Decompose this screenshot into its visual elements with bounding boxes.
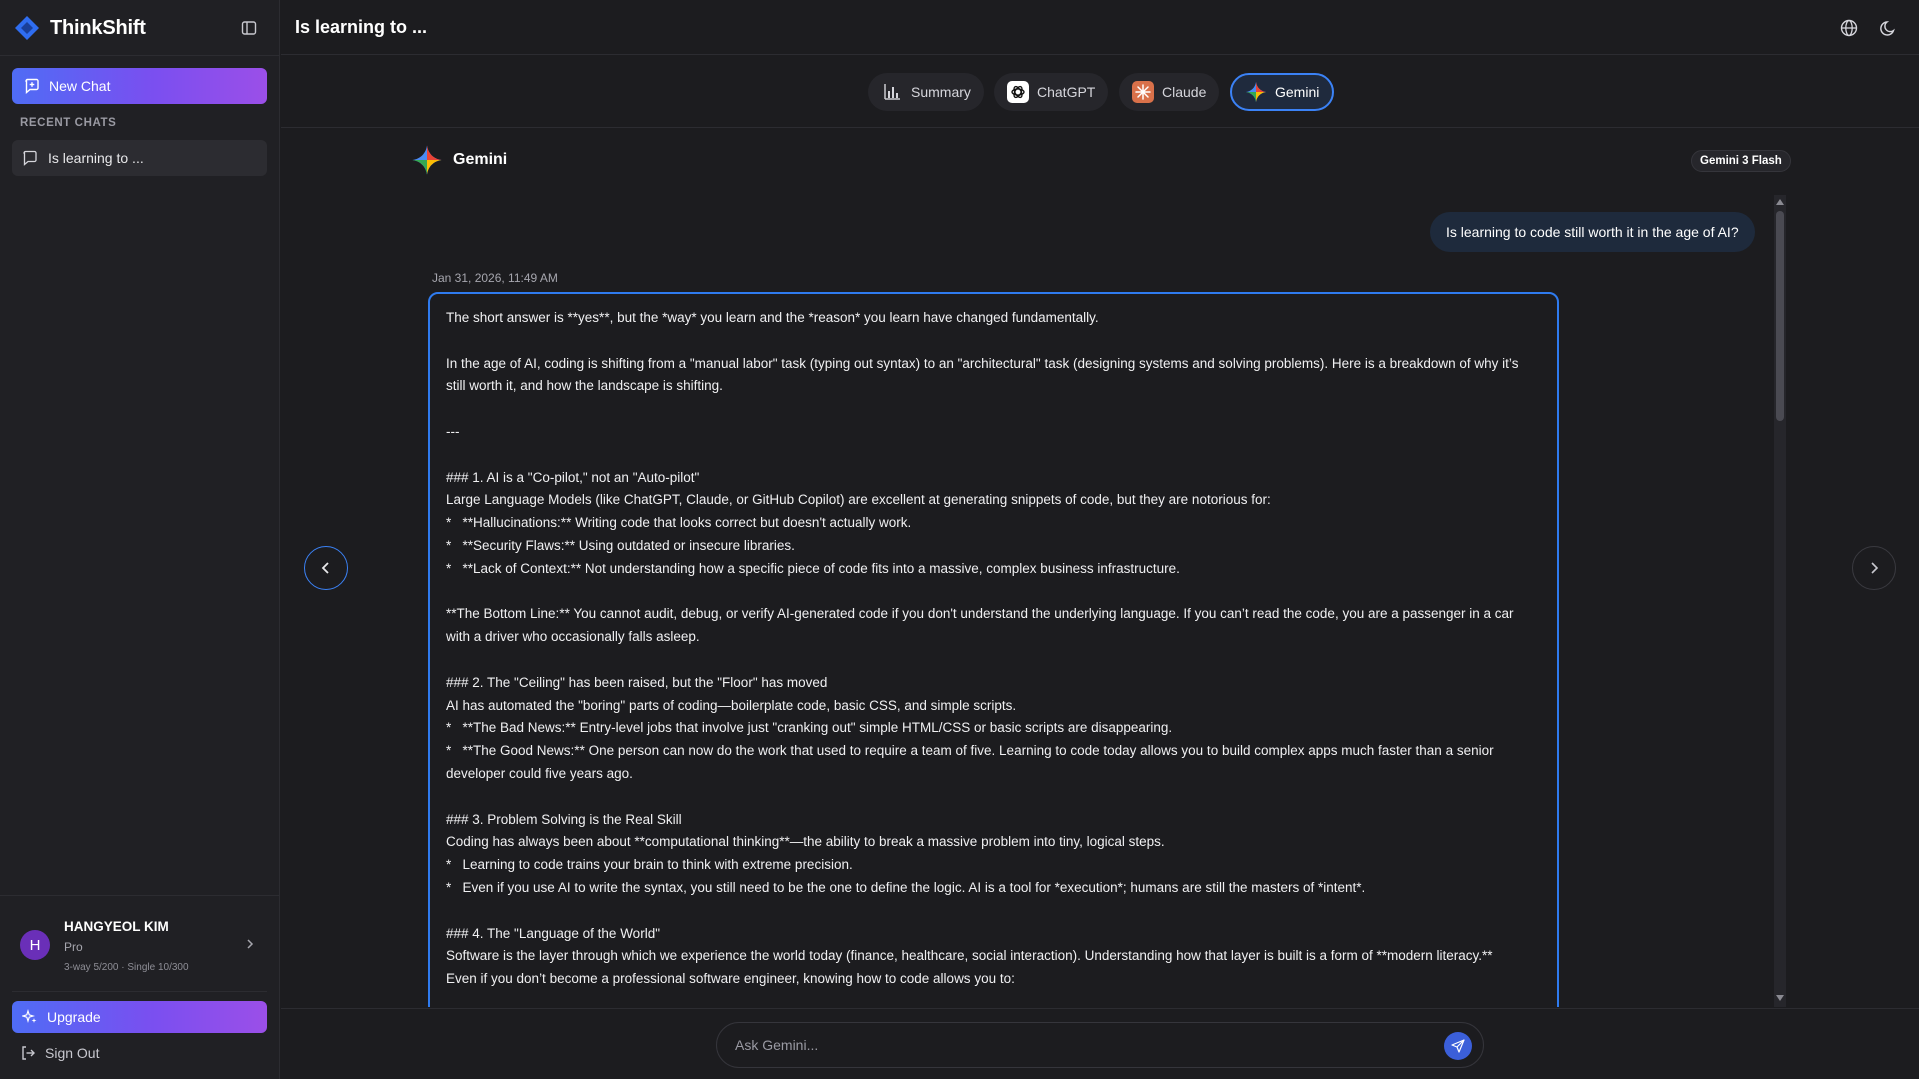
divider — [0, 55, 280, 56]
logout-icon — [22, 1046, 35, 1060]
user-plan: Pro — [64, 940, 83, 954]
response-line: **The Bottom Line:** You cannot audit, d… — [446, 606, 1518, 645]
response-line: * **The Good News:** One person can now … — [446, 743, 1498, 781]
response-line: The short answer is **yes**, but the *wa… — [446, 310, 1099, 325]
input-bar — [281, 1008, 1919, 1079]
send-icon — [1451, 1039, 1465, 1053]
sign-out-button[interactable]: Sign Out — [20, 1042, 99, 1064]
response-line: * **Hallucinations:** Writing code that … — [446, 515, 912, 531]
user-name: HANGYEOL KIM — [64, 919, 169, 934]
chat-area: Is learning to code still worth it in th… — [411, 195, 1786, 1007]
response-line: AI has automated the "boring" parts of c… — [446, 697, 1017, 713]
bar-chart-icon — [881, 81, 903, 103]
user-message-bubble: Is learning to code still worth it in th… — [1430, 212, 1755, 252]
claude-icon — [1132, 81, 1154, 103]
response-line: Coding has always been about **computati… — [446, 834, 1165, 850]
response-line: Software is the layer through which we e… — [446, 948, 1493, 964]
response-line: Even if you don’t become a professional … — [446, 971, 1015, 987]
recent-chat-label: Is learning to ... — [48, 150, 144, 166]
scrollbar[interactable] — [1774, 195, 1786, 1007]
response-line: * **The Bad News:** Entry-level jobs tha… — [446, 720, 1173, 736]
response-line — [446, 649, 1541, 672]
new-chat-label: New Chat — [49, 78, 111, 94]
sparkle-icon — [22, 1009, 37, 1023]
user-profile[interactable]: H HANGYEOL KIM Pro 3-way 5/200 · Single … — [12, 910, 267, 988]
chat-bubble-icon — [23, 150, 37, 166]
tab-summary[interactable]: Summary — [868, 73, 984, 111]
response-line: Large Language Models (like ChatGPT, Cla… — [446, 492, 1271, 508]
collapse-sidebar-button[interactable] — [238, 17, 260, 39]
previous-model-button[interactable] — [304, 546, 348, 590]
scroll-down-arrow-icon[interactable] — [1776, 995, 1784, 1001]
app-name: ThinkShift — [50, 16, 146, 39]
ask-input[interactable] — [716, 1022, 1484, 1068]
scroll-up-arrow-icon[interactable] — [1776, 199, 1784, 205]
model-tabs: Summary ChatGPT Claude Gemini — [281, 56, 1919, 128]
response-line — [446, 900, 1541, 923]
tab-label: ChatGPT — [1037, 84, 1096, 100]
tab-chatgpt[interactable]: ChatGPT — [994, 73, 1109, 111]
next-model-button[interactable] — [1852, 546, 1896, 590]
response-line: ### 1. AI is a "Co-pilot," not an "Auto-… — [446, 469, 700, 485]
model-name: Gemini — [453, 151, 508, 168]
response-line: ### 3. Problem Solving is the Real Skill — [446, 811, 682, 827]
send-button[interactable] — [1444, 1032, 1472, 1060]
tab-label: Summary — [911, 84, 971, 100]
response-line — [446, 786, 1541, 809]
gemini-icon — [1245, 81, 1267, 103]
upgrade-button[interactable]: Upgrade — [12, 1001, 267, 1033]
model-version-badge: Gemini 3 Flash — [1691, 150, 1791, 172]
recent-chats-heading: RECENT CHATS — [20, 117, 117, 129]
message-timestamp: Jan 31, 2026, 11:49 AM — [432, 271, 558, 285]
chat-plus-icon — [25, 78, 39, 94]
response-line: * **Security Flaws:** Using outdated or … — [446, 537, 795, 553]
new-chat-button[interactable]: New Chat — [12, 68, 267, 104]
tab-label: Claude — [1162, 84, 1207, 100]
tab-label: Gemini — [1275, 84, 1320, 100]
response-line — [446, 330, 1541, 353]
top-header: Is learning to ... — [281, 0, 1919, 55]
response-line: In the age of AI, coding is shifting fro… — [446, 355, 1523, 394]
assistant-response: The short answer is **yes**, but the *wa… — [428, 292, 1559, 1007]
openai-icon — [1007, 81, 1029, 103]
scrollbar-thumb[interactable] — [1776, 211, 1784, 421]
response-line: ### 2. The "Ceiling" has been raised, bu… — [446, 674, 828, 690]
chevron-left-icon — [321, 562, 329, 574]
tab-gemini[interactable]: Gemini — [1230, 73, 1335, 111]
response-line — [446, 444, 1541, 467]
response-line — [446, 398, 1541, 421]
page-title: Is learning to ... — [295, 17, 428, 37]
upgrade-label: Upgrade — [47, 1009, 101, 1025]
brand[interactable]: ThinkShift — [14, 14, 146, 42]
thinkshift-logo-icon — [15, 16, 39, 40]
globe-icon[interactable] — [1838, 17, 1860, 39]
sidebar-toggle-icon — [241, 21, 257, 35]
gemini-icon — [412, 145, 442, 175]
response-line: ### 4. The "Language of the World" — [446, 925, 660, 941]
response-line: * Learning to code trains your brain to … — [446, 857, 853, 873]
divider — [0, 895, 280, 896]
avatar: H — [20, 930, 50, 960]
divider — [12, 991, 267, 992]
chevron-right-icon — [1871, 562, 1879, 574]
response-line: --- — [446, 423, 460, 439]
chevron-right-icon — [247, 939, 254, 949]
sign-out-label: Sign Out — [45, 1045, 100, 1061]
moon-icon[interactable] — [1878, 17, 1900, 39]
response-line: * **Lack of Context:** Not understanding… — [446, 560, 1180, 576]
sidebar: ThinkShift New Chat RECENT CHATS Is lear… — [0, 0, 280, 1079]
model-header: Gemini — [411, 144, 507, 176]
tab-claude[interactable]: Claude — [1119, 73, 1220, 111]
response-line — [446, 581, 1541, 604]
response-line: * Even if you use AI to write the syntax… — [446, 879, 1366, 895]
recent-chat-item[interactable]: Is learning to ... — [12, 140, 267, 176]
user-quota: 3-way 5/200 · Single 10/300 — [64, 962, 189, 973]
